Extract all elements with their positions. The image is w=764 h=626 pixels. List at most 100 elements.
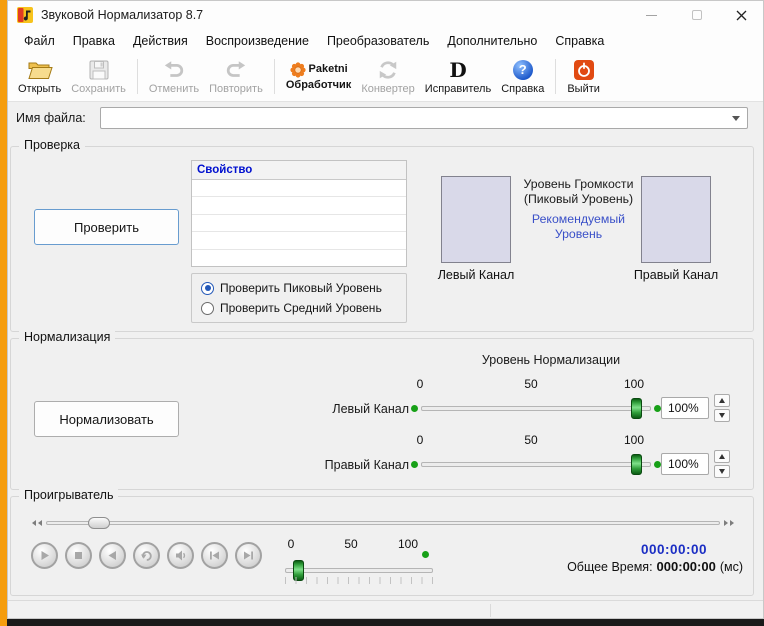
- help-icon: ?: [513, 58, 533, 82]
- recommended-level-link-line2[interactable]: Уровень: [506, 227, 651, 242]
- slider-end-dot: [411, 461, 418, 468]
- left-volume-slider-handle[interactable]: [631, 398, 642, 419]
- menu-file[interactable]: Файл: [15, 32, 64, 50]
- rewind-button[interactable]: [99, 542, 126, 569]
- left-scale-50: 50: [521, 377, 541, 391]
- menu-converter[interactable]: Преобразователь: [318, 32, 438, 50]
- menu-help[interactable]: Справка: [546, 32, 613, 50]
- toolbar-separator: [137, 59, 138, 94]
- fixer-icon: D: [449, 58, 466, 82]
- right-channel-slider-label: Правый Канал: [321, 458, 409, 472]
- menu-playback[interactable]: Воспроизведение: [197, 32, 318, 50]
- undo-label: Отменить: [149, 83, 199, 96]
- converter-button[interactable]: Конвертер: [356, 54, 419, 99]
- open-folder-icon: [27, 58, 53, 82]
- save-button[interactable]: Сохранить: [66, 54, 131, 99]
- right-scale-0: 0: [410, 433, 430, 447]
- window-title: Звуковой Нормализатор 8.7: [41, 8, 203, 22]
- menu-advanced[interactable]: Дополнительно: [438, 32, 546, 50]
- stop-icon: [72, 549, 85, 562]
- radio-unselected-icon: [201, 302, 214, 315]
- redo-button[interactable]: Повторить: [204, 54, 268, 99]
- radio-check-average-level[interactable]: Проверить Средний Уровень: [201, 301, 397, 315]
- left-volume-down-button[interactable]: [714, 409, 730, 422]
- properties-table-header: Свойство: [192, 161, 406, 180]
- table-row[interactable]: [192, 232, 406, 249]
- check-mode-panel: Проверить Пиковый Уровень Проверить Сред…: [191, 273, 407, 323]
- left-volume-value[interactable]: 100%: [661, 397, 709, 419]
- seek-track[interactable]: [46, 521, 720, 525]
- seek-thumb[interactable]: [88, 517, 110, 529]
- menubar: Файл Правка Действия Воспроизведение Пре…: [7, 30, 764, 52]
- previous-button[interactable]: [201, 542, 228, 569]
- normalize-button[interactable]: Нормализовать: [34, 401, 179, 437]
- screen: Звуковой Нормализатор 8.7 Файл Правка Де…: [0, 0, 764, 626]
- up-arrow-icon: [719, 454, 725, 459]
- radio-check-peak-level[interactable]: Проверить Пиковый Уровень: [201, 281, 397, 295]
- open-button[interactable]: Открыть: [13, 54, 66, 99]
- radio-average-label: Проверить Средний Уровень: [220, 301, 382, 315]
- batch-label-line1: Paketni: [309, 63, 348, 76]
- rewind-icon: [106, 549, 119, 562]
- right-channel-label: Правый Канал: [626, 268, 726, 282]
- table-row[interactable]: [192, 250, 406, 266]
- player-group: Проигрыватель: [10, 496, 754, 596]
- right-volume-down-button[interactable]: [714, 465, 730, 478]
- player-volume-track[interactable]: [285, 568, 433, 573]
- menu-edit[interactable]: Правка: [64, 32, 124, 50]
- right-volume-slider-track[interactable]: [421, 462, 651, 467]
- down-arrow-icon: [719, 469, 725, 474]
- close-button[interactable]: [719, 0, 764, 30]
- right-volume-up-button[interactable]: [714, 450, 730, 463]
- right-volume-slider-handle[interactable]: [631, 454, 642, 475]
- slider-tick-marks: [285, 577, 435, 584]
- batch-label-line2: Обработчик: [286, 79, 351, 92]
- table-row[interactable]: [192, 180, 406, 197]
- minimize-button[interactable]: [629, 0, 674, 30]
- left-volume-up-button[interactable]: [714, 394, 730, 407]
- undo-icon: [163, 58, 185, 82]
- minimize-icon: [646, 15, 657, 16]
- seek-right-arrows-icon[interactable]: [724, 520, 737, 526]
- play-icon: [38, 549, 51, 562]
- right-scale-100: 100: [622, 433, 646, 447]
- player-scale-50: 50: [341, 537, 361, 551]
- total-time-unit: (мс): [720, 560, 743, 574]
- status-bar-divider: [490, 604, 491, 617]
- recommended-level-link-line1[interactable]: Рекомендуемый: [506, 212, 651, 227]
- check-group: Проверка Проверить Свойство Проверить Пи…: [10, 146, 754, 332]
- play-button[interactable]: [31, 542, 58, 569]
- redo-icon: [225, 58, 247, 82]
- undo-button[interactable]: Отменить: [144, 54, 204, 99]
- fixer-button[interactable]: D Исправитель: [420, 54, 496, 99]
- toolbar-separator: [274, 59, 275, 94]
- help-button[interactable]: ? Справка: [496, 54, 549, 99]
- stop-button[interactable]: [65, 542, 92, 569]
- player-scale-100: 100: [396, 537, 420, 551]
- properties-table[interactable]: Свойство: [191, 160, 407, 267]
- loop-button[interactable]: [133, 542, 160, 569]
- table-row[interactable]: [192, 197, 406, 214]
- exit-button[interactable]: Выйти: [562, 54, 605, 99]
- right-volume-value[interactable]: 100%: [661, 453, 709, 475]
- seek-left-arrows-icon[interactable]: [29, 520, 42, 526]
- batch-processor-button[interactable]: Paketni Обработчик: [281, 54, 356, 99]
- table-row[interactable]: [192, 215, 406, 232]
- check-button[interactable]: Проверить: [34, 209, 179, 245]
- menu-actions[interactable]: Действия: [124, 32, 197, 50]
- next-button[interactable]: [235, 542, 262, 569]
- background-bottom-strip: [0, 619, 764, 626]
- background-left-strip: [0, 0, 7, 626]
- total-time: Общее Время: 000:00:00 (мс): [451, 559, 743, 574]
- volume-level-line2: (Пиковый Уровень): [506, 192, 651, 207]
- filename-combobox[interactable]: [100, 107, 748, 129]
- mute-button[interactable]: [167, 542, 194, 569]
- left-volume-slider-track[interactable]: [421, 406, 651, 411]
- total-time-label: Общее Время:: [567, 560, 652, 574]
- seek-bar[interactable]: [29, 514, 737, 532]
- maximize-button[interactable]: [674, 0, 719, 30]
- toolbar-separator: [555, 59, 556, 94]
- maximize-icon: [692, 10, 702, 20]
- skip-start-icon: [208, 549, 221, 562]
- property-column-header: Свойство: [197, 164, 252, 176]
